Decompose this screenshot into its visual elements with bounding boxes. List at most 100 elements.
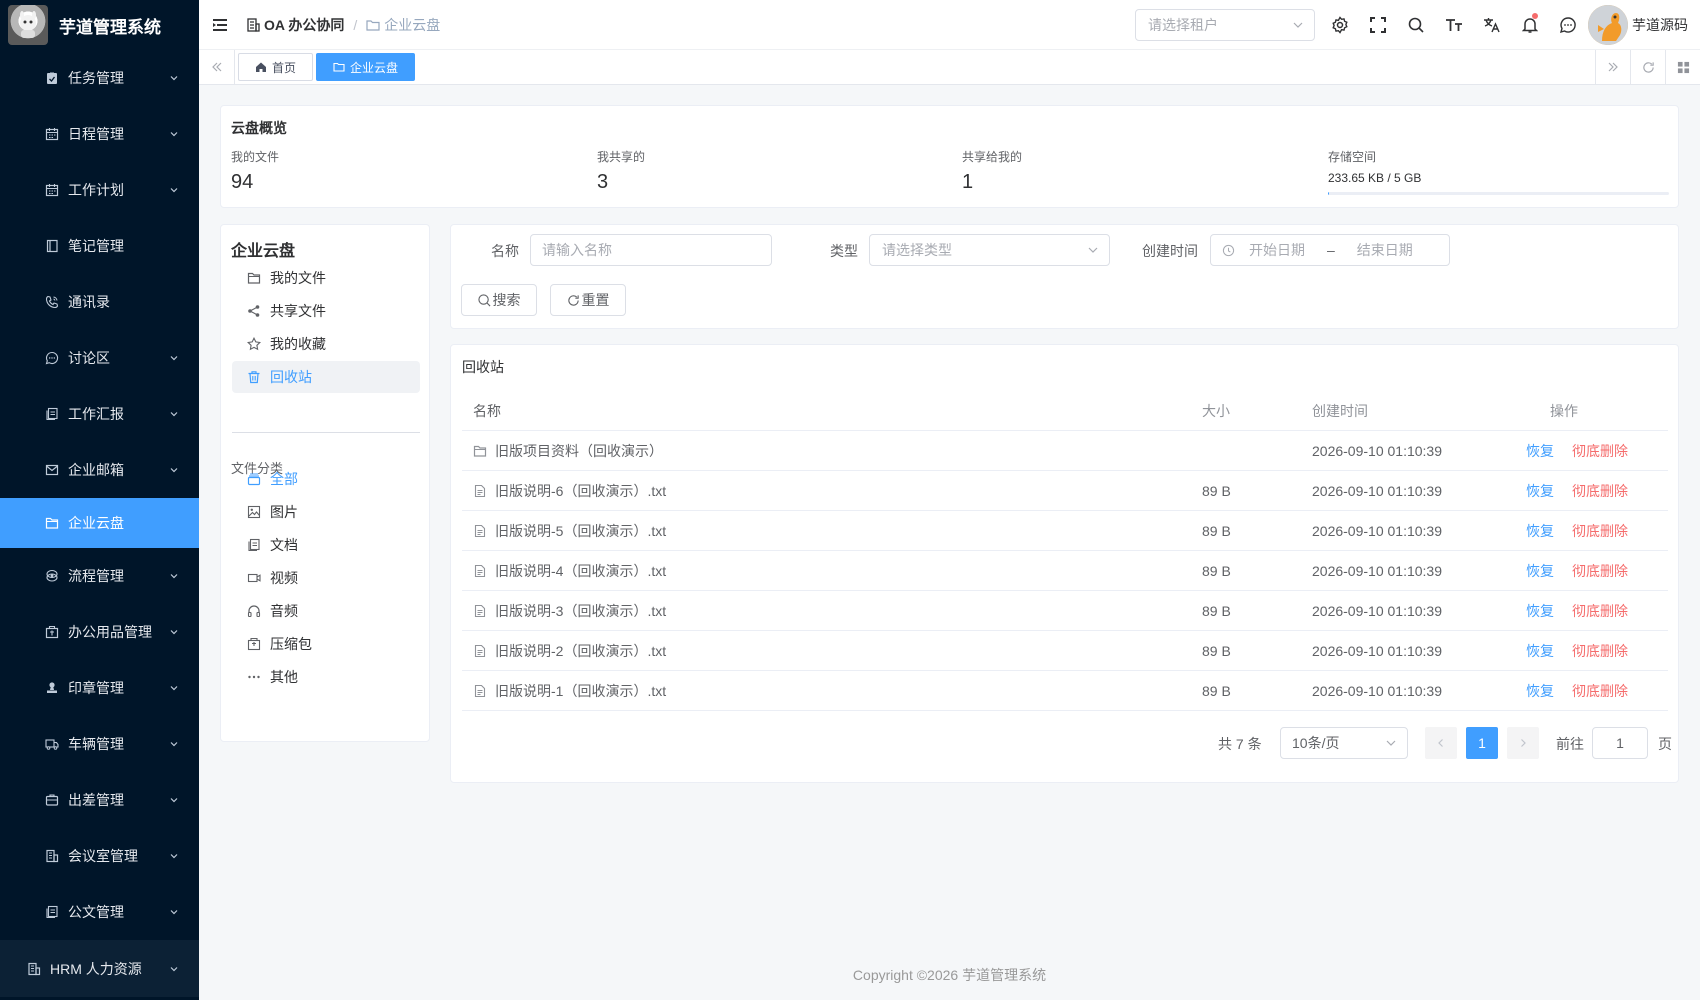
tags-scroll-left-button[interactable] xyxy=(199,50,235,84)
sidebar-item-0[interactable]: 任务管理 xyxy=(0,50,199,106)
goto-page-input[interactable]: 1 xyxy=(1592,727,1648,759)
sidebar-item-8[interactable]: 企业云盘 xyxy=(0,498,199,548)
brand[interactable]: 芋道管理系统 xyxy=(0,0,199,50)
video-icon xyxy=(246,570,262,586)
search-button[interactable] xyxy=(1397,0,1435,50)
category-item-1[interactable]: 图片 xyxy=(232,496,420,528)
breadcrumb-item-oa[interactable]: OA 办公协同 xyxy=(246,15,344,35)
permanent-delete-button[interactable]: 彻底删除 xyxy=(1572,601,1628,621)
sidebar-item-9[interactable]: 流程管理 xyxy=(0,548,199,604)
category-item-4[interactable]: 音频 xyxy=(232,595,420,627)
sidebar-item-5[interactable]: 讨论区 xyxy=(0,330,199,386)
sidebar-item-14[interactable]: 会议室管理 xyxy=(0,828,199,884)
nav-item-share[interactable]: 共享文件 xyxy=(232,295,420,327)
table-row[interactable]: 旧版说明-3（回收演示）.txt 89 B 2026-09-10 01:10:39 恢… xyxy=(462,591,1668,631)
file-name: 旧版说明-4（回收演示）.txt xyxy=(495,562,667,579)
file-name: 旧版说明-2（回收演示）.txt xyxy=(495,642,667,659)
page-number-button[interactable]: 1 xyxy=(1466,727,1498,759)
briefcase-icon xyxy=(44,792,60,808)
table-row[interactable]: 旧版项目资料（回收演示） 2026-09-10 01:10:39 恢复 彻底删除 xyxy=(462,431,1668,471)
name-search-input[interactable]: 请输入名称 xyxy=(530,234,772,266)
sidebar-item-2[interactable]: 工作计划 xyxy=(0,162,199,218)
sidebar-item-4[interactable]: 通讯录 xyxy=(0,274,199,330)
header-actions xyxy=(1321,0,1587,50)
sidebar-item-16[interactable]: HRM 人力资源 xyxy=(0,940,199,997)
date-range-picker[interactable]: 开始日期 – 结束日期 xyxy=(1210,234,1450,266)
permanent-delete-button[interactable]: 彻底删除 xyxy=(1572,481,1628,501)
type-select[interactable]: 请选择类型 xyxy=(869,234,1110,266)
nav-item-folder[interactable]: 我的文件 xyxy=(232,262,420,294)
hamburger-icon xyxy=(213,18,227,31)
tags-view-bar: 首页 企业云盘 xyxy=(199,50,1700,85)
category-item-5[interactable]: 压缩包 xyxy=(232,628,420,660)
restore-button[interactable]: 恢复 xyxy=(1526,481,1554,501)
tag-cloud-drive[interactable]: 企业云盘 xyxy=(316,53,416,81)
sidebar-item-15[interactable]: 公文管理 xyxy=(0,884,199,940)
font-size-button[interactable] xyxy=(1435,0,1473,50)
category-item-2[interactable]: 文档 xyxy=(232,529,420,561)
table-row[interactable]: 旧版说明-1（回收演示）.txt 89 B 2026-09-10 01:10:39 恢… xyxy=(462,671,1668,711)
cell-created: 2026-09-10 01:10:39 xyxy=(1312,522,1442,539)
tags-menu-button[interactable] xyxy=(1665,50,1700,84)
category-item-0[interactable]: 全部 xyxy=(232,463,420,495)
restore-button[interactable]: 恢复 xyxy=(1526,441,1554,461)
sidebar-item-12[interactable]: 车辆管理 xyxy=(0,716,199,772)
notification-button[interactable] xyxy=(1511,0,1549,50)
sidebar-item-6[interactable]: 工作汇报 xyxy=(0,386,199,442)
cell-created: 2026-09-10 01:10:39 xyxy=(1312,642,1442,659)
refresh-icon xyxy=(567,294,579,306)
tenant-select[interactable]: 请选择租户 xyxy=(1135,9,1315,41)
restore-button[interactable]: 恢复 xyxy=(1526,561,1554,581)
reset-button[interactable]: 重置 xyxy=(550,284,626,316)
tag-home[interactable]: 首页 xyxy=(238,53,314,81)
table-title: 回收站 xyxy=(462,359,504,375)
permanent-delete-button[interactable]: 彻底删除 xyxy=(1572,561,1628,581)
input-placeholder: 请输入名称 xyxy=(542,242,612,258)
prev-page-button[interactable] xyxy=(1425,727,1457,759)
table-row[interactable]: 旧版说明-6（回收演示）.txt 89 B 2026-09-10 01:10:39 恢… xyxy=(462,471,1668,511)
tags-scroll-right-button[interactable] xyxy=(1595,50,1630,84)
stat-label: 共享给我的 xyxy=(962,150,1023,164)
permanent-delete-button[interactable]: 彻底删除 xyxy=(1572,441,1628,461)
permanent-delete-button[interactable]: 彻底删除 xyxy=(1572,641,1628,661)
category-item-3[interactable]: 视频 xyxy=(232,562,420,594)
restore-button[interactable]: 恢复 xyxy=(1526,521,1554,541)
page-size-value: 10条/页 xyxy=(1292,735,1340,751)
page-size-select[interactable]: 10条/页 xyxy=(1280,727,1408,759)
cell-actions: 恢复 彻底删除 xyxy=(1518,441,1668,461)
sidebar-item-3[interactable]: 笔记管理 xyxy=(0,218,199,274)
permanent-delete-button[interactable]: 彻底删除 xyxy=(1572,521,1628,541)
user-menu[interactable]: 芋道源码 xyxy=(1588,5,1688,45)
nav-item-trash[interactable]: 回收站 xyxy=(232,361,420,393)
sidebar-menu: 任务管理 日程管理 工作计划笔记管理通讯录讨论区 工作汇报 企业邮箱 企业云盘 流程管理 办公… xyxy=(0,50,199,997)
sidebar-item-11[interactable]: 印章管理 xyxy=(0,660,199,716)
language-button[interactable] xyxy=(1473,0,1511,50)
sidebar-item-label: 笔记管理 xyxy=(68,238,124,254)
refresh-tag-button[interactable] xyxy=(1630,50,1665,84)
file-name: 旧版项目资料（回收演示） xyxy=(495,442,663,459)
table-row[interactable]: 旧版说明-5（回收演示）.txt 89 B 2026-09-10 01:10:39 恢… xyxy=(462,511,1668,551)
folder-icon xyxy=(366,19,380,31)
sidebar-item-10[interactable]: 办公用品管理 xyxy=(0,604,199,660)
fullscreen-button[interactable] xyxy=(1359,0,1397,50)
permanent-delete-button[interactable]: 彻底删除 xyxy=(1572,681,1628,701)
sidebar-item-13[interactable]: 出差管理 xyxy=(0,772,199,828)
settings-button[interactable] xyxy=(1321,0,1359,50)
restore-button[interactable]: 恢复 xyxy=(1526,641,1554,661)
sidebar-item-7[interactable]: 企业邮箱 xyxy=(0,442,199,498)
category-label: 其他 xyxy=(270,669,298,685)
next-page-button[interactable] xyxy=(1507,727,1539,759)
sidebar-item-label: 通讯录 xyxy=(68,294,110,310)
restore-button[interactable]: 恢复 xyxy=(1526,601,1554,621)
collapse-sidebar-button[interactable] xyxy=(200,0,240,50)
search-button[interactable]: 搜索 xyxy=(461,284,537,316)
sidebar-item-label: 会议室管理 xyxy=(68,848,138,864)
table-row[interactable]: 旧版说明-4（回收演示）.txt 89 B 2026-09-10 01:10:39 恢… xyxy=(462,551,1668,591)
nav-item-star[interactable]: 我的收藏 xyxy=(232,328,420,360)
message-button[interactable] xyxy=(1549,0,1587,50)
sidebar-item-1[interactable]: 日程管理 xyxy=(0,106,199,162)
category-item-6[interactable]: 其他 xyxy=(232,661,420,693)
restore-button[interactable]: 恢复 xyxy=(1526,681,1554,701)
table-row[interactable]: 旧版说明-2（回收演示）.txt 89 B 2026-09-10 01:10:39 恢… xyxy=(462,631,1668,671)
mail-icon xyxy=(44,462,60,478)
